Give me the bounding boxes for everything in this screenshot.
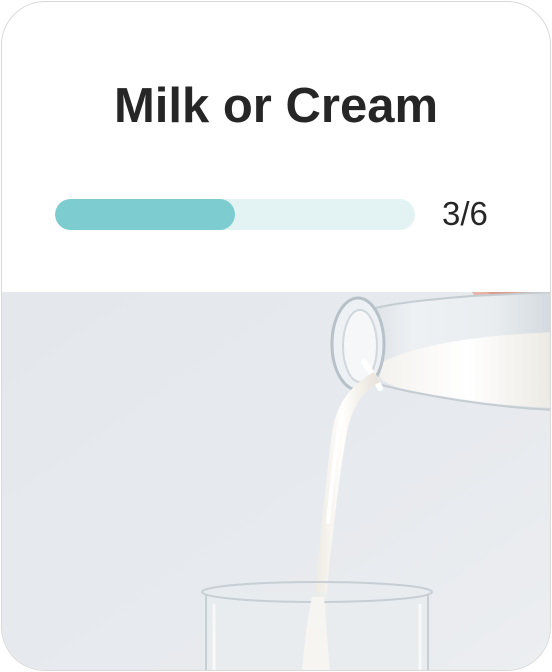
progress-count: 3/6 [442, 195, 488, 232]
question-title: Milk or Cream [113, 79, 439, 133]
milk-pouring-photo [2, 292, 550, 670]
question-card: Milk or Cream 3/6 [1, 1, 551, 671]
progress-bar-fill [55, 199, 235, 230]
progress-bar [55, 199, 415, 230]
